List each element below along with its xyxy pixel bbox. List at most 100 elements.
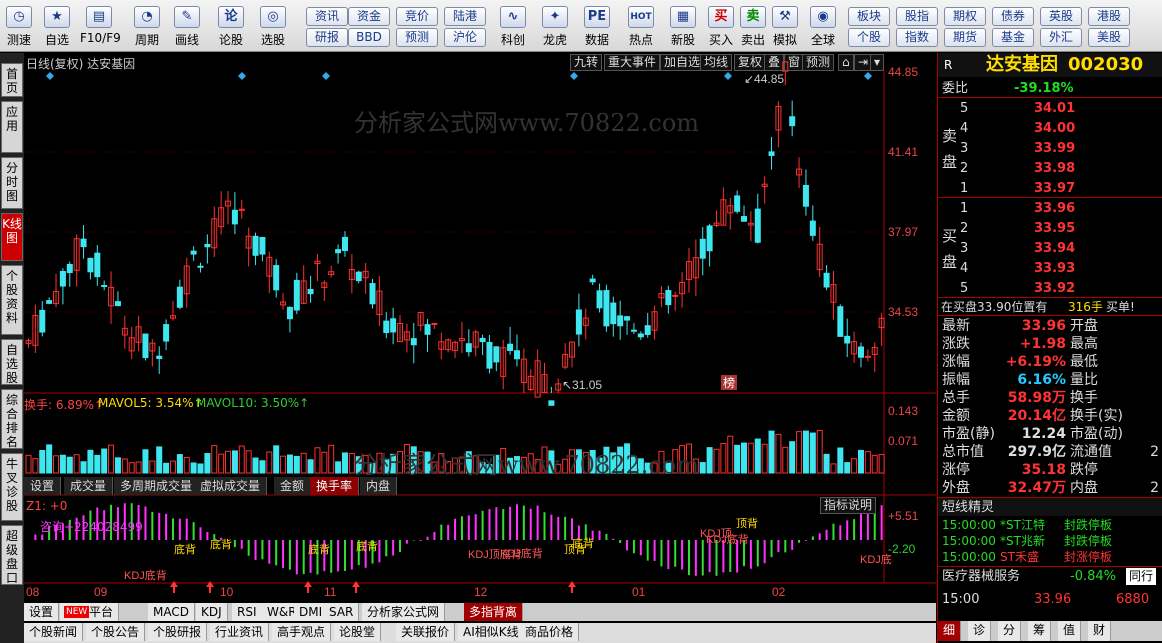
volume-bar (809, 432, 816, 474)
stat-key-2: 跌停 (1070, 462, 1098, 478)
toolbar-button-4[interactable]: ✎ 画线 (168, 4, 206, 48)
elf-row[interactable]: 15:00:00 ST禾盛 封涨停板 (938, 549, 1162, 565)
info-tab-5[interactable]: 论股堂 (334, 623, 382, 641)
indicator-tab-9[interactable]: 多指背离 (464, 603, 524, 621)
level-price: 33.97 (1034, 181, 1076, 196)
toolbar-pill-7[interactable]: 沪伦 (444, 28, 486, 47)
toolbar-pill-3[interactable]: 陆港 (444, 7, 486, 26)
elf-time: 15:00:00 (942, 534, 996, 548)
peer-button[interactable]: 同行 (1126, 568, 1157, 585)
info-tab-8[interactable]: 商品价格 (520, 623, 580, 641)
indicator-tab-0[interactable]: 设置 (24, 603, 60, 621)
info-tab-7[interactable]: AI相似K线 (458, 623, 525, 641)
toolbar-market-pill-2[interactable]: 期权 (944, 7, 986, 26)
volume-tab-6[interactable]: 内盘 (360, 477, 398, 495)
toolbar-button2-3[interactable]: HOT 热点 (622, 4, 660, 48)
stat-key: 涨幅 (942, 354, 970, 370)
toolbar-market-pill-8[interactable]: 期货 (944, 28, 986, 47)
volume-tab-1[interactable]: 成交量 (64, 477, 114, 495)
indicator-tab-4[interactable]: RSI (232, 603, 263, 621)
quote-tab-0[interactable]: 细 (938, 621, 962, 641)
toolbar-button2-7[interactable]: ⚒ 模拟 (766, 4, 804, 48)
toolbar-button-3[interactable]: ◔ 周期 (128, 4, 166, 48)
candle-body (80, 238, 87, 248)
info-tab-0[interactable]: 个股新闻 (24, 623, 84, 641)
indicator-explain-button[interactable]: 指标说明 (820, 497, 877, 514)
toolbar-label: 新股 (670, 33, 695, 47)
indicator-tab-7[interactable]: SAR (324, 603, 360, 621)
left-tab-4[interactable]: 个股资料 (1, 265, 23, 335)
volume-tab-2[interactable]: 多周期成交量 (114, 477, 200, 495)
sell-icon: 卖 (740, 6, 766, 28)
toolbar-market-pill-4[interactable]: 英股 (1040, 7, 1082, 26)
toolbar-button2-8[interactable]: ◉ 全球 (804, 4, 842, 48)
toolbar-market-pill-11[interactable]: 美股 (1088, 28, 1130, 47)
toolbar-market-pill-1[interactable]: 股指 (896, 7, 938, 26)
toolbar-button2-0[interactable]: ∿ 科创 (494, 4, 532, 48)
indicator-tab-2[interactable]: MACD (148, 603, 195, 621)
toolbar-market-pill-10[interactable]: 外汇 (1040, 28, 1082, 47)
event-diamond-icon (724, 72, 732, 80)
left-tab-2[interactable]: 分时图 (1, 157, 23, 209)
volume-tab-5[interactable]: 换手率 (310, 477, 360, 495)
elf-stock: *ST江特 (1000, 518, 1045, 532)
month-label: 10 (220, 585, 234, 599)
toolbar-pill-5[interactable]: BBD (348, 28, 390, 47)
divergence-label: 底背 (174, 542, 196, 556)
indicator-tab-8[interactable]: 分析家公式网 (362, 603, 446, 621)
volume-bar (280, 455, 287, 474)
left-tab-6[interactable]: 综合排名 (1, 389, 23, 449)
left-tab-7[interactable]: 牛叉诊股 (1, 453, 23, 521)
toolbar-button-2[interactable]: ▤ F10/F9 (80, 4, 121, 48)
quote-tab-2[interactable]: 分 (998, 621, 1022, 641)
toolbar-button2-1[interactable]: ✦ 龙虎 (536, 4, 574, 48)
volume-bar (163, 462, 170, 474)
info-tab-3[interactable]: 行业资讯 (210, 623, 270, 641)
stat-row: 外盘 32.47万 内盘 2 (938, 479, 1162, 498)
volume-tab-3[interactable]: 虚拟成交量 (194, 477, 268, 495)
toolbar-pill-2[interactable]: 竞价 (396, 7, 438, 26)
left-tab-1[interactable]: 应用 (1, 101, 23, 153)
toolbar-pill-4[interactable]: 研报 (306, 28, 348, 47)
elf-row[interactable]: 15:00:00 *ST江特 封跌停板 (938, 517, 1162, 533)
info-tab-2[interactable]: 个股研报 (148, 623, 208, 641)
info-tab-4[interactable]: 高手观点 (272, 623, 332, 641)
toolbar-market-pill-9[interactable]: 基金 (992, 28, 1034, 47)
indicator-tab-3[interactable]: KDJ (196, 603, 228, 621)
volume-tab-0[interactable]: 设置 (24, 477, 62, 495)
stat-value-2: 2 (1150, 480, 1159, 496)
volume-tab-4[interactable]: 金额 (274, 477, 312, 495)
toolbar-button2-4[interactable]: ▦ 新股 (664, 4, 702, 48)
toolbar-button-0[interactable]: ◷ 测速 (0, 4, 38, 48)
quote-tab-1[interactable]: 诊 (968, 621, 992, 641)
toolbar-button-5[interactable]: 论论股 (212, 4, 250, 48)
kline-chart-panel[interactable]: 日线(复权) 达安基因 九转 重大事件 加自选 均线 复权叠窗预测 ⌂ ⇥ ▾ 44.85 41… (24, 53, 936, 603)
quote-tab-4[interactable]: 值 (1058, 621, 1082, 641)
quote-tab-5[interactable]: 财 (1088, 621, 1112, 641)
stat-key: 总市值 (942, 444, 984, 460)
elf-row[interactable]: 15:00:00 *ST兆新 封跌停板 (938, 533, 1162, 549)
toolbar-button-6[interactable]: ◎ 选股 (254, 4, 292, 48)
toolbar-pill-6[interactable]: 预测 (396, 28, 438, 47)
toolbar-market-pill-6[interactable]: 个股 (848, 28, 890, 47)
info-tab-6[interactable]: 关联报价 (396, 623, 456, 641)
left-tab-3[interactable]: K线图 (1, 213, 23, 261)
quote-tab-3[interactable]: 筹 (1028, 621, 1052, 641)
toolbar-pill-0[interactable]: 资讯 (306, 7, 348, 26)
toolbar-button-1[interactable]: ★ 自选 (38, 4, 76, 48)
stat-row: 最新 33.96 开盘 (938, 317, 1162, 336)
toolbar-market-pill-5[interactable]: 港股 (1088, 7, 1130, 26)
toolbar-market-pill-7[interactable]: 指数 (896, 28, 938, 47)
toolbar-button2-2[interactable]: PE 数据 (578, 4, 616, 48)
info-tab-1[interactable]: 个股公告 (86, 623, 146, 641)
toolbar-market-pill-3[interactable]: 债券 (992, 7, 1034, 26)
toolbar-pill-1[interactable]: 资金 (348, 7, 390, 26)
left-tab-8[interactable]: 超级盘口 (1, 525, 23, 585)
left-tab-0[interactable]: 首页 (1, 63, 23, 97)
level-price: 33.95 (1034, 221, 1076, 236)
left-tab-5[interactable]: 自选股 (1, 339, 23, 385)
candle-body (644, 325, 651, 335)
tick-price: 33.96 (1034, 592, 1072, 607)
toolbar-market-pill-0[interactable]: 板块 (848, 7, 890, 26)
r-flag: R (944, 58, 953, 72)
